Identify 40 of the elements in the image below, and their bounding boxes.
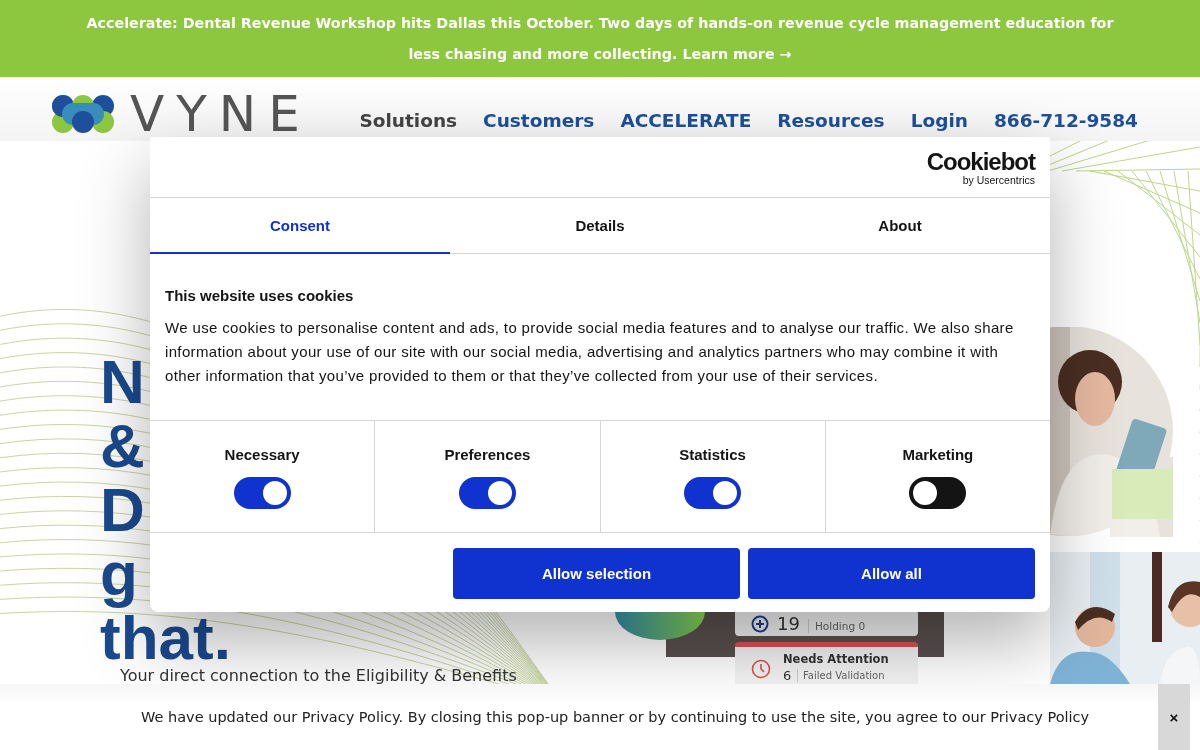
close-button[interactable]: × <box>1158 684 1190 750</box>
category-label: Marketing <box>902 446 974 463</box>
cookiebot-byline: by Usercentrics <box>962 174 1035 186</box>
hero-headline-fragment: D <box>100 482 145 546</box>
nav-link[interactable]: Solutions <box>359 110 458 131</box>
dialog-title: This website uses cookies <box>165 287 355 304</box>
dialog-tab[interactable]: Consent <box>150 198 450 254</box>
toggle-switch[interactable] <box>684 477 742 509</box>
logo-wordmark[interactable]: VYNE <box>130 93 312 135</box>
nav-link[interactable]: Customers <box>483 110 595 131</box>
category-label: Necessary <box>224 446 300 463</box>
cookiebot-logo: Cookiebot <box>926 150 1035 174</box>
allow-button[interactable]: Allow selection <box>453 548 740 599</box>
plus-circle-icon <box>751 615 769 633</box>
category-label: Statistics <box>679 446 746 463</box>
logo-icon[interactable] <box>50 93 116 135</box>
nav-link[interactable]: 866-712-9584 <box>993 110 1138 131</box>
hero-headline-fragment: & <box>100 418 145 482</box>
clock-icon <box>751 659 771 679</box>
nav-link[interactable]: ACCELERATE <box>620 110 752 131</box>
dialog-tab[interactable]: Details <box>450 198 750 254</box>
status-label: Failed Validation <box>797 669 885 682</box>
announcement-text: Accelerate: Dental Revenue Workshop hits Dallas this October. Two days of hands-on revenue cycle management education for less chasing and more collecting. Learn more → <box>85 13 1115 64</box>
status-count: 6 <box>783 668 792 683</box>
dialog-description: We use cookies to personalise content and ads, to provide social media features and to analyse our traffic. We also share information about your use of our site with our social media, advertising and analytics partners who may combine it with other information that you’ve provided to them or that they’ve collected from your use of their services. <box>165 318 1015 386</box>
allow-button[interactable]: Allow all <box>748 548 1035 599</box>
hero-headline-fragment: N <box>100 354 145 418</box>
toggle-switch[interactable] <box>233 477 291 509</box>
privacy-notice-text: We have updated our Privacy Policy. By closing this pop-up banner or by continuing to use the site, you agree to our Privacy Policy <box>141 709 1090 725</box>
status-count: 19 <box>777 615 800 633</box>
nav-link[interactable]: Resources <box>777 110 885 131</box>
toggle-switch[interactable] <box>909 477 967 509</box>
nav-link[interactable]: Login <box>910 110 968 131</box>
dialog-tab[interactable]: About <box>750 198 1050 254</box>
category-label: Preferences <box>444 446 531 463</box>
toggle-switch[interactable] <box>458 477 516 509</box>
hero-headline-fragment: g <box>100 546 138 610</box>
status-title: Needs Attention <box>783 652 889 666</box>
hero-subtitle: Your direct connection to the Eligibility & Benefits <box>120 667 517 684</box>
status-label: Holding 0 <box>807 619 866 633</box>
